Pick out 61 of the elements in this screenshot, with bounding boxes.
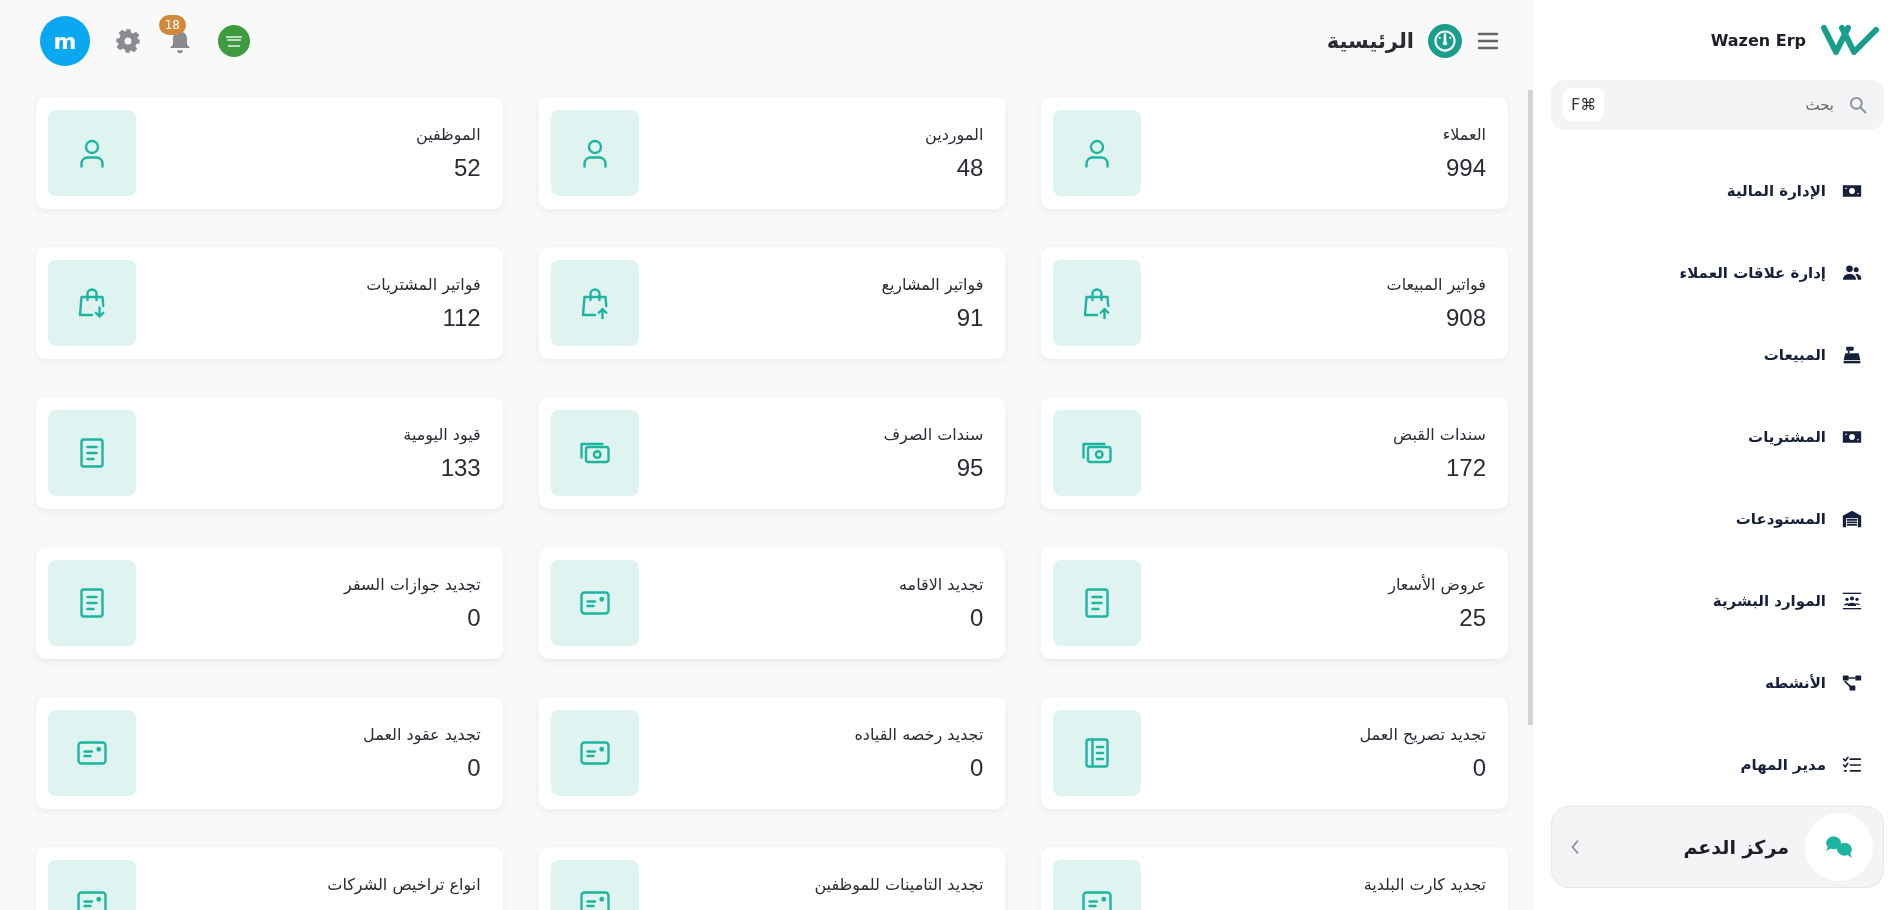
nav-item[interactable]: المشتريات <box>1551 395 1884 478</box>
notification-badge: 18 <box>158 15 186 35</box>
card-title: العملاء <box>1442 125 1486 144</box>
search-icon <box>1848 95 1868 115</box>
card-title: تجديد الاقامه <box>899 575 984 594</box>
nav-item[interactable]: المستودعات <box>1551 477 1884 560</box>
people-group-icon <box>1842 590 1862 611</box>
card-title: الموظفين <box>416 125 481 144</box>
card-title: تجديد رخصه القياده <box>854 725 984 744</box>
card-value: 908 <box>1444 304 1486 332</box>
card-title: فواتير المشتريات <box>366 275 481 294</box>
nav-item[interactable]: الإدارة المالية <box>1551 149 1884 232</box>
shortcut-key: F⌘ <box>1563 88 1605 122</box>
warehouse-icon <box>1842 508 1862 529</box>
stat-card[interactable]: تجديد التامينات للموظفين <box>538 847 1006 910</box>
card-title: سندات القبض <box>1392 425 1486 444</box>
nav-item[interactable]: المبيعات <box>1551 313 1884 396</box>
settings-icon[interactable] <box>114 27 142 55</box>
card-title: انواع تراخيص الشركات <box>327 875 481 894</box>
card-value: 994 <box>1444 154 1486 182</box>
card-value: 48 <box>955 154 984 182</box>
scrollbar[interactable] <box>1528 90 1533 725</box>
card-title: تجديد جوازات السفر <box>344 575 481 594</box>
nav-item[interactable]: مدير المهام <box>1551 723 1884 806</box>
flag-icon <box>218 25 250 57</box>
card-title: تجديد عقود العمل <box>363 725 481 744</box>
card-value: 95 <box>955 454 984 482</box>
card-value: 0 <box>969 754 984 782</box>
checklist-icon <box>1842 754 1862 775</box>
brand-name: Wazen Erp <box>1710 30 1806 50</box>
card-value: 133 <box>439 454 481 482</box>
card-value: 0 <box>466 604 481 632</box>
card-value: 172 <box>1444 454 1486 482</box>
card-value: 0 <box>466 754 481 782</box>
card-title: تجديد كارت البلدية <box>1363 875 1486 894</box>
nav-item[interactable]: الموارد البشرية <box>1551 559 1884 642</box>
card-value: 91 <box>955 304 984 332</box>
card-value: 0 <box>1471 754 1486 782</box>
dashboard-icon <box>1428 24 1462 58</box>
card-title: قيود اليومية <box>403 425 481 444</box>
card-value: 112 <box>441 304 481 332</box>
chat-bubbles-drawing <box>1824 833 1854 860</box>
card-title: فواتير المبيعات <box>1386 275 1486 294</box>
card-value: 52 <box>452 154 481 182</box>
search-input[interactable]: بحث <box>1616 95 1836 115</box>
cash-register-icon <box>1842 344 1862 365</box>
card-title: سندات الصرف <box>883 425 984 444</box>
stat-card[interactable]: تجديد كارت البلدية <box>1041 847 1508 910</box>
card-title: عروض الأسعار <box>1388 575 1486 594</box>
card-title: فواتير المشاريع <box>881 275 984 294</box>
card-title: تجديد التامينات للموظفين <box>814 875 984 894</box>
card-value: 25 <box>1458 604 1486 632</box>
chevron-left-icon <box>1570 837 1580 856</box>
card-title: الموردين <box>925 125 984 144</box>
card-title: تجديد تصريح العمل <box>1359 725 1486 744</box>
nav-item[interactable]: الأنشطه <box>1551 641 1884 724</box>
support-button[interactable]: مركز الدعم <box>1551 805 1884 888</box>
nav-item[interactable]: إدارة علاقات العملاء <box>1551 231 1884 314</box>
card-value: 0 <box>969 604 984 632</box>
stat-card[interactable]: انواع تراخيص الشركات <box>36 847 503 910</box>
page-title: الرئيسية <box>1326 29 1414 53</box>
